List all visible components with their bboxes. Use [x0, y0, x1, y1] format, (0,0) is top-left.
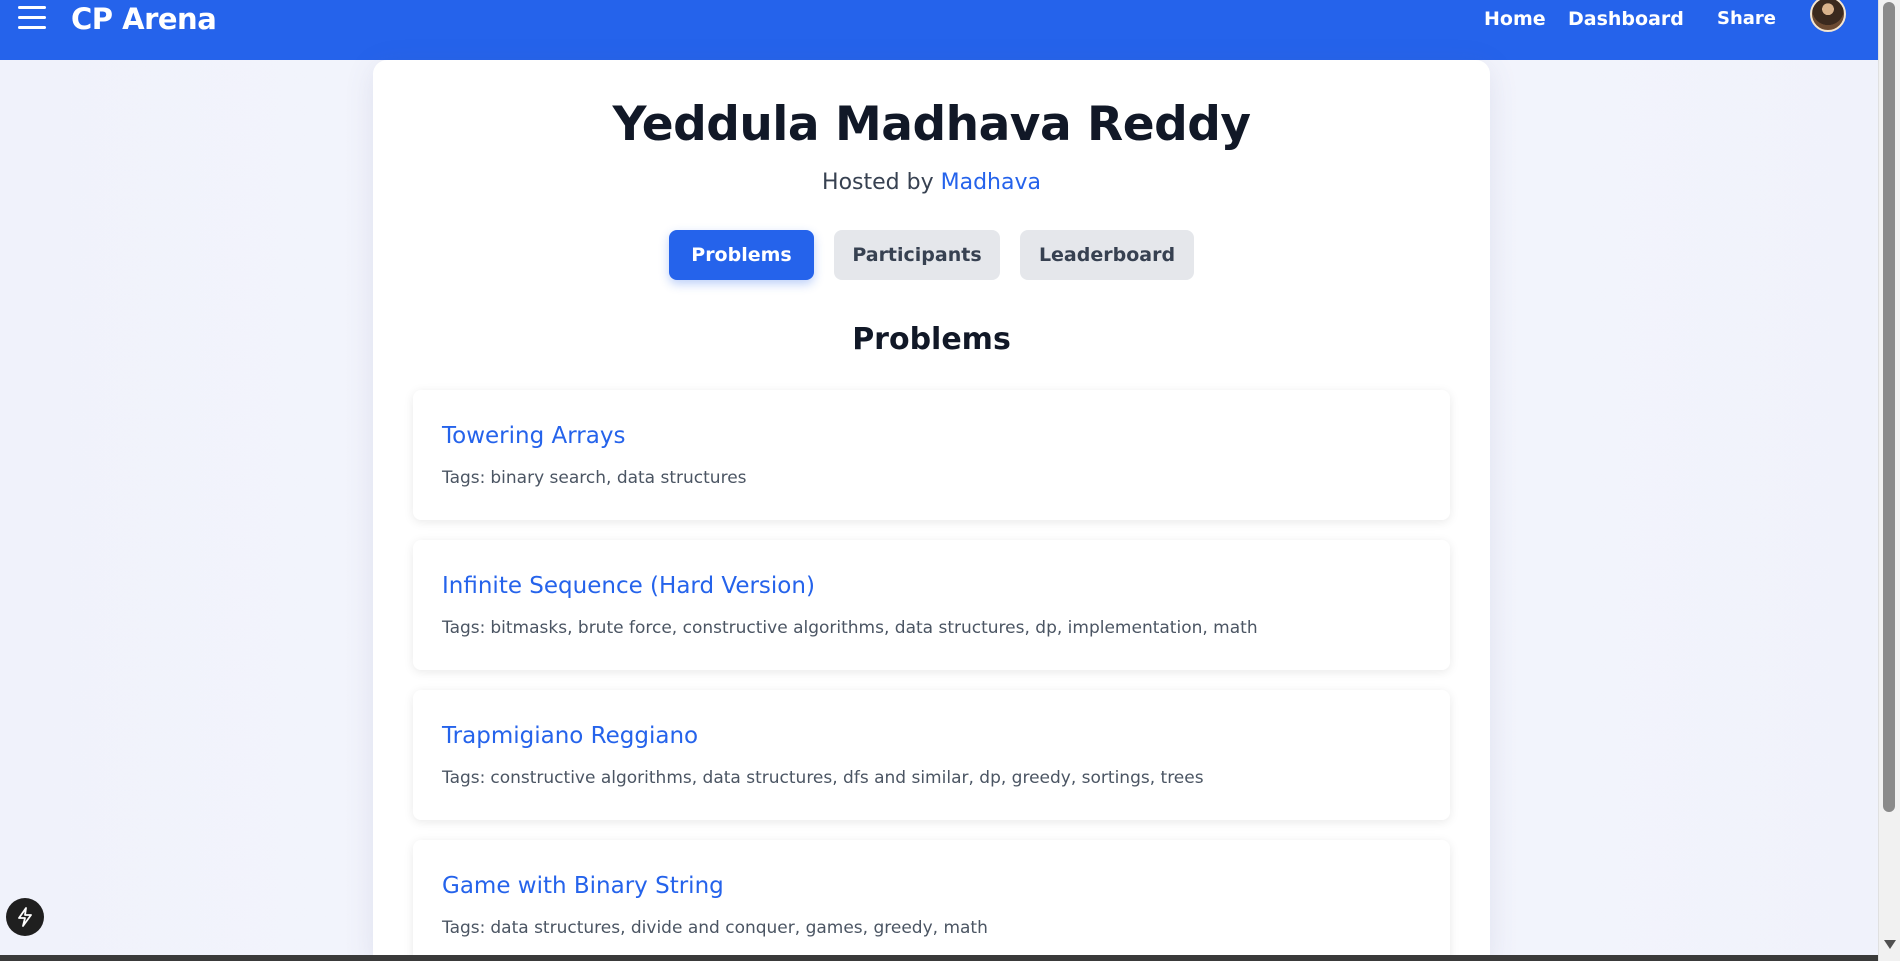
scroll-down-arrow-icon[interactable] — [1884, 940, 1896, 949]
hosted-by-line: Hosted by Madhava — [373, 170, 1490, 195]
scrollbar-thumb[interactable] — [1883, 2, 1895, 812]
nav-dashboard-link[interactable]: Dashboard — [1568, 8, 1684, 30]
hamburger-menu-icon[interactable] — [18, 6, 48, 32]
tags-label: Tags: — [442, 468, 486, 488]
tags-list: binary search, data structures — [490, 468, 747, 488]
vertical-scrollbar[interactable] — [1878, 0, 1900, 961]
problem-title-link[interactable]: Infinite Sequence (Hard Version) — [442, 573, 815, 599]
host-link[interactable]: Madhava — [941, 170, 1041, 195]
contest-title: Yeddula Madhava Reddy — [612, 97, 1251, 152]
problem-title-link[interactable]: Trapmigiano Reggiano — [442, 723, 698, 749]
problem-tags: Tags: constructive algorithms, data struc… — [442, 768, 1204, 788]
tab-problems[interactable]: Problems — [669, 230, 814, 280]
problem-tags: Tags: binary search, data structures — [442, 468, 747, 488]
tab-participants[interactable]: Participants — [834, 230, 1000, 280]
nav-home-link[interactable]: Home — [1484, 8, 1546, 30]
contest-card: Yeddula Madhava Reddy Hosted by Madhava … — [373, 60, 1490, 961]
problem-card: Towering Arrays Tags: binary search, data… — [413, 390, 1450, 520]
user-avatar[interactable] — [1810, 0, 1846, 32]
tags-label: Tags: — [442, 918, 486, 938]
top-navbar: CP Arena Home Dashboard Share — [0, 0, 1878, 60]
problem-title-link[interactable]: Towering Arrays — [442, 423, 625, 449]
problem-card: Game with Binary String Tags: data struct… — [413, 840, 1450, 961]
hosted-by-label: Hosted by — [822, 170, 934, 195]
tags-list: bitmasks, brute force, constructive algo… — [490, 618, 1258, 638]
lightning-bolt-icon[interactable] — [6, 898, 44, 936]
tab-leaderboard[interactable]: Leaderboard — [1020, 230, 1194, 280]
tags-list: constructive algorithms, data structures… — [490, 768, 1204, 788]
problem-tags: Tags: bitmasks, brute force, constructive… — [442, 618, 1258, 638]
share-button[interactable]: Share — [1717, 8, 1776, 29]
problem-tags: Tags: data structures, divide and conquer… — [442, 918, 988, 938]
problem-card: Infinite Sequence (Hard Version) Tags: bi… — [413, 540, 1450, 670]
problems-heading: Problems — [852, 322, 1011, 357]
tags-list: data structures, divide and conquer, gam… — [490, 918, 988, 938]
bottom-window-edge — [0, 955, 1878, 961]
brand-logo[interactable]: CP Arena — [71, 2, 217, 36]
problem-card: Trapmigiano Reggiano Tags: constructive a… — [413, 690, 1450, 820]
tags-label: Tags: — [442, 618, 486, 638]
problem-title-link[interactable]: Game with Binary String — [442, 873, 724, 899]
tags-label: Tags: — [442, 768, 486, 788]
